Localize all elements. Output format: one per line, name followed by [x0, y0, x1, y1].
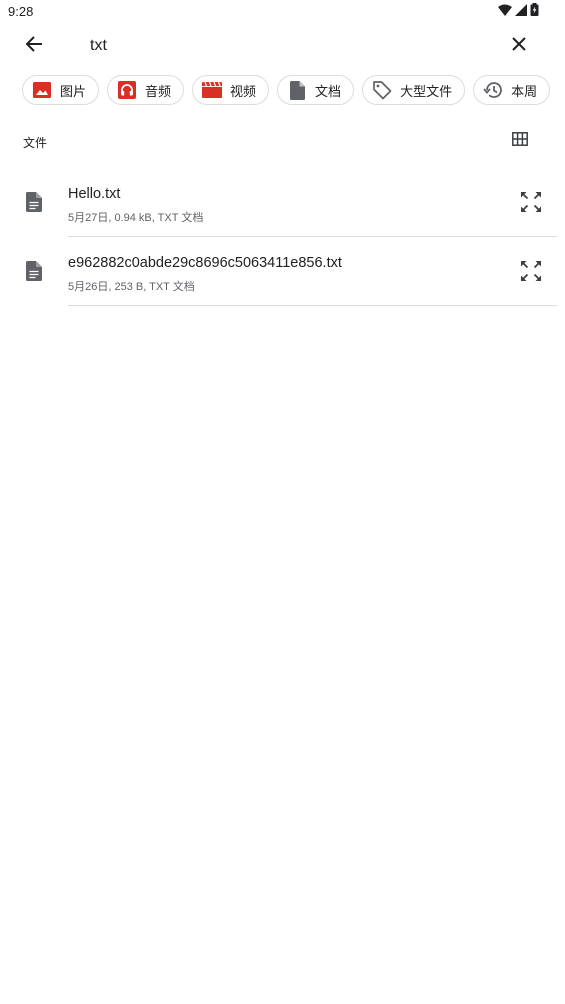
- grid-view-button[interactable]: [506, 129, 534, 153]
- battery-icon: [530, 3, 539, 21]
- file-name: Hello.txt: [68, 186, 121, 202]
- expand-icon: [519, 190, 543, 219]
- file-row[interactable]: e962882c0abde29c8696c5063411e856.txt 5月2…: [0, 237, 565, 306]
- chip-label: 音频: [145, 83, 172, 99]
- chip-label: 大型文件: [400, 83, 453, 99]
- file-meta: 5月26日, 253 B, TXT 文档: [68, 281, 195, 293]
- filter-chips: 图片 音频 视频 文档 大型文件 本周: [22, 75, 551, 105]
- signal-icon: [515, 3, 527, 21]
- image-icon: [32, 80, 52, 100]
- section-header: 文件: [0, 128, 565, 154]
- chip-this-week[interactable]: 本周: [473, 75, 551, 105]
- chip-label: 文档: [315, 83, 342, 99]
- grid-view-icon: [512, 131, 528, 151]
- arrow-back-icon: [25, 35, 43, 58]
- preview-button[interactable]: [517, 259, 545, 287]
- preview-button[interactable]: [517, 190, 545, 218]
- file-meta: 5月27日, 0.94 kB, TXT 文档: [68, 212, 204, 224]
- expand-icon: [519, 259, 543, 288]
- file-row[interactable]: Hello.txt 5月27日, 0.94 kB, TXT 文档: [0, 168, 565, 237]
- chip-large-files[interactable]: 大型文件: [362, 75, 466, 105]
- status-icons: [498, 3, 539, 21]
- chip-label: 本周: [511, 83, 538, 99]
- close-icon: [511, 36, 527, 57]
- section-title: 文件: [23, 136, 48, 150]
- video-icon: [202, 80, 223, 100]
- status-bar: 9:28: [0, 0, 565, 24]
- chip-documents[interactable]: 文档: [277, 75, 355, 105]
- back-button[interactable]: [18, 30, 50, 62]
- chip-label: 视频: [230, 83, 257, 99]
- text-file-icon: [22, 190, 46, 214]
- divider: [68, 305, 557, 306]
- history-icon: [483, 80, 503, 100]
- file-list: Hello.txt 5月27日, 0.94 kB, TXT 文档 e962882…: [0, 168, 565, 306]
- tag-icon: [372, 80, 392, 100]
- search-input[interactable]: [90, 33, 470, 59]
- chip-label: 图片: [60, 83, 87, 99]
- clear-search-button[interactable]: [503, 30, 535, 62]
- text-file-icon: [22, 259, 46, 283]
- chip-audio[interactable]: 音频: [107, 75, 185, 105]
- headphones-icon: [117, 80, 137, 100]
- chip-video[interactable]: 视频: [192, 75, 270, 105]
- file-name: e962882c0abde29c8696c5063411e856.txt: [68, 255, 342, 271]
- chip-images[interactable]: 图片: [22, 75, 100, 105]
- wifi-icon: [498, 3, 512, 21]
- search-bar: [0, 26, 565, 66]
- document-icon: [287, 80, 307, 100]
- status-time: 9:28: [8, 4, 34, 19]
